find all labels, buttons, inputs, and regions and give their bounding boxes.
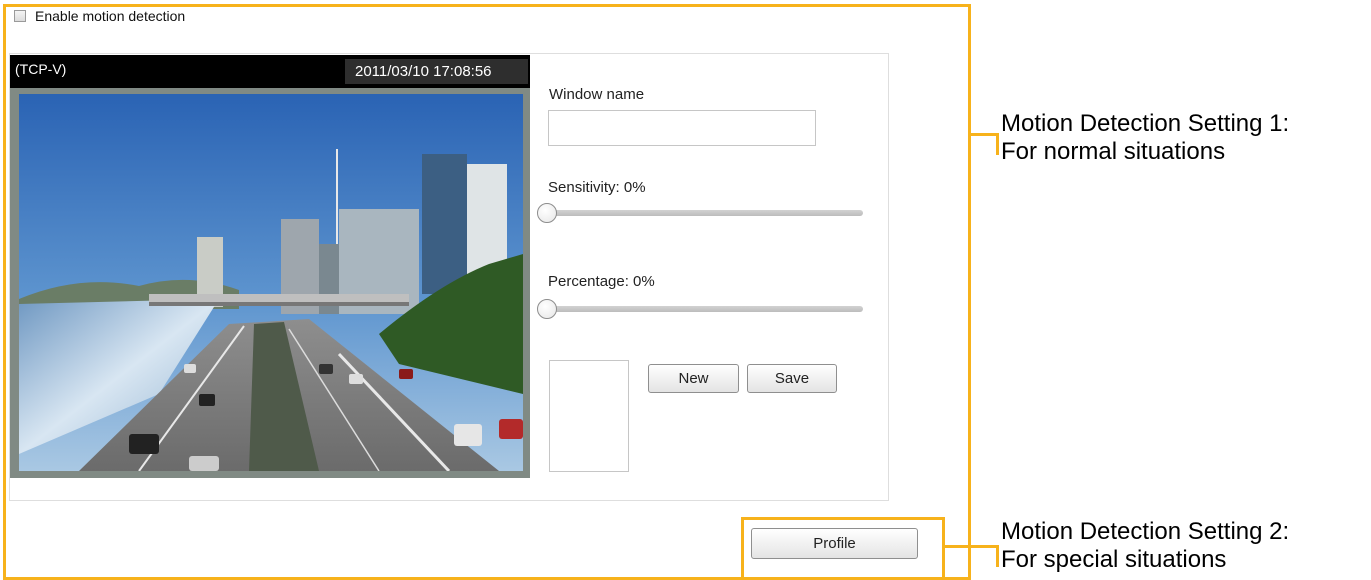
save-button[interactable]: Save (747, 364, 837, 393)
window-name-label: Window name (549, 86, 645, 103)
setting1-leader-tick (996, 133, 999, 155)
setting1-annotation-line1: Motion Detection Setting 1: (1001, 110, 1290, 137)
percentage-slider-track[interactable] (548, 306, 863, 312)
sensitivity-slider-handle[interactable] (537, 203, 557, 223)
video-timestamp: 2011/03/10 17:08:56 (355, 63, 492, 80)
setting2-leader-tick (996, 545, 999, 567)
camera-live-image[interactable] (19, 94, 523, 471)
setting1-leader-line (968, 133, 998, 136)
video-stream-label: (TCP-V) (15, 61, 67, 77)
setting2-annotation-line2: For special situations (1001, 546, 1227, 573)
percentage-label: Percentage: 0% (548, 273, 655, 290)
sensitivity-label: Sensitivity: 0% (548, 179, 646, 196)
percentage-slider-handle[interactable] (537, 299, 557, 319)
setting2-annotation-line1: Motion Detection Setting 2: (1001, 518, 1290, 545)
window-name-input[interactable] (548, 110, 816, 146)
setting2-leader-line (942, 545, 998, 548)
window-preview-box (549, 360, 629, 472)
profile-button[interactable]: Profile (751, 528, 918, 559)
new-button[interactable]: New (648, 364, 739, 393)
sensitivity-slider-track[interactable] (548, 210, 863, 216)
setting1-annotation-line2: For normal situations (1001, 138, 1226, 165)
